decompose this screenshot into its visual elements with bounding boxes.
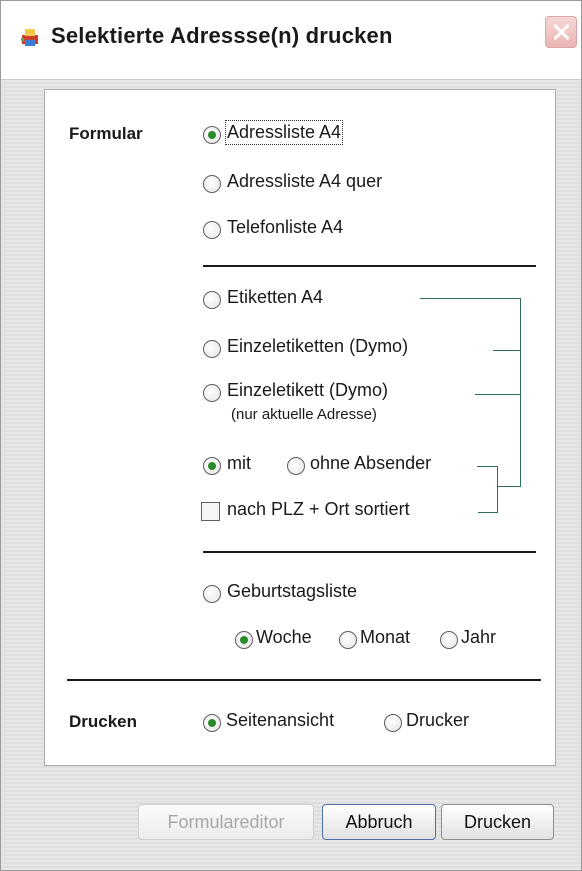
bracket-tick — [493, 350, 520, 352]
radio-adressliste-a4-label[interactable]: Adressliste A4 — [224, 120, 344, 145]
formular-label: Formular — [69, 124, 143, 143]
drucken-button[interactable]: Drucken — [441, 804, 554, 840]
radio-etiketten-a4-label[interactable]: Etiketten A4 — [227, 287, 323, 308]
bracket-tick — [478, 512, 498, 514]
radio-adressliste-a4-quer[interactable] — [203, 175, 221, 193]
bracket-tick — [475, 394, 520, 396]
radio-woche-label[interactable]: Woche — [256, 627, 312, 648]
radio-geburtstagsliste-label[interactable]: Geburtstagsliste — [227, 581, 357, 602]
sort-checkbox[interactable] — [201, 502, 220, 521]
radio-drucker-label[interactable]: Drucker — [406, 710, 469, 731]
title-bar: Selektierte Adressse(n) drucken — [1, 1, 581, 80]
sort-checkbox-label[interactable]: nach PLZ + Ort sortiert — [227, 499, 410, 520]
radio-seitenansicht-label[interactable]: Seitenansicht — [226, 710, 334, 731]
radio-jahr-label[interactable]: Jahr — [461, 627, 496, 648]
printer-app-icon — [21, 29, 38, 46]
radio-mit-label[interactable]: mit — [227, 453, 251, 474]
bracket-sub — [497, 466, 499, 512]
window-title: Selektierte Adressse(n) drucken — [51, 23, 393, 48]
bracket-join — [498, 486, 520, 488]
radio-etiketten-a4[interactable] — [203, 291, 221, 309]
radio-adressliste-a4-quer-label[interactable]: Adressliste A4 quer — [227, 171, 382, 192]
radio-geburtstagsliste[interactable] — [203, 585, 221, 603]
radio-ohne-absender[interactable] — [287, 457, 305, 475]
radio-ohne-absender-label[interactable]: ohne Absender — [310, 453, 431, 474]
radio-einzeletiketten-dymo[interactable] — [203, 340, 221, 358]
radio-mit-absender[interactable] — [203, 457, 221, 475]
radio-adressliste-a4[interactable] — [203, 126, 221, 144]
drucken-label: Drucken — [69, 712, 138, 731]
radio-einzeletikett-dymo[interactable] — [203, 384, 221, 402]
radio-seitenansicht[interactable] — [203, 714, 221, 732]
options-panel: Formular Adressliste A4 Adressliste A4 q… — [44, 89, 556, 766]
radio-einzeletiketten-dymo-label[interactable]: Einzeletiketten (Dymo) — [227, 336, 408, 357]
close-icon[interactable] — [545, 16, 577, 48]
radio-monat[interactable] — [339, 631, 357, 649]
radio-einzeletikett-dymo-label[interactable]: Einzeletikett (Dymo) — [227, 380, 388, 401]
divider — [203, 265, 536, 267]
radio-jahr[interactable] — [440, 631, 458, 649]
radio-telefonliste-a4[interactable] — [203, 221, 221, 239]
radio-drucker[interactable] — [384, 714, 402, 732]
divider — [67, 679, 541, 681]
radio-monat-label[interactable]: Monat — [360, 627, 410, 648]
formulareditor-button[interactable]: Formulareditor — [138, 804, 314, 840]
single-label-note: (nur aktuelle Adresse) — [231, 406, 377, 423]
abbruch-button[interactable]: Abbruch — [322, 804, 436, 840]
bracket-tick — [477, 466, 497, 468]
print-dialog: Selektierte Adressse(n) drucken Formular… — [0, 0, 582, 871]
label-group-bracket — [420, 298, 521, 487]
radio-woche[interactable] — [235, 631, 253, 649]
divider — [203, 551, 536, 553]
radio-telefonliste-a4-label[interactable]: Telefonliste A4 — [227, 217, 343, 238]
